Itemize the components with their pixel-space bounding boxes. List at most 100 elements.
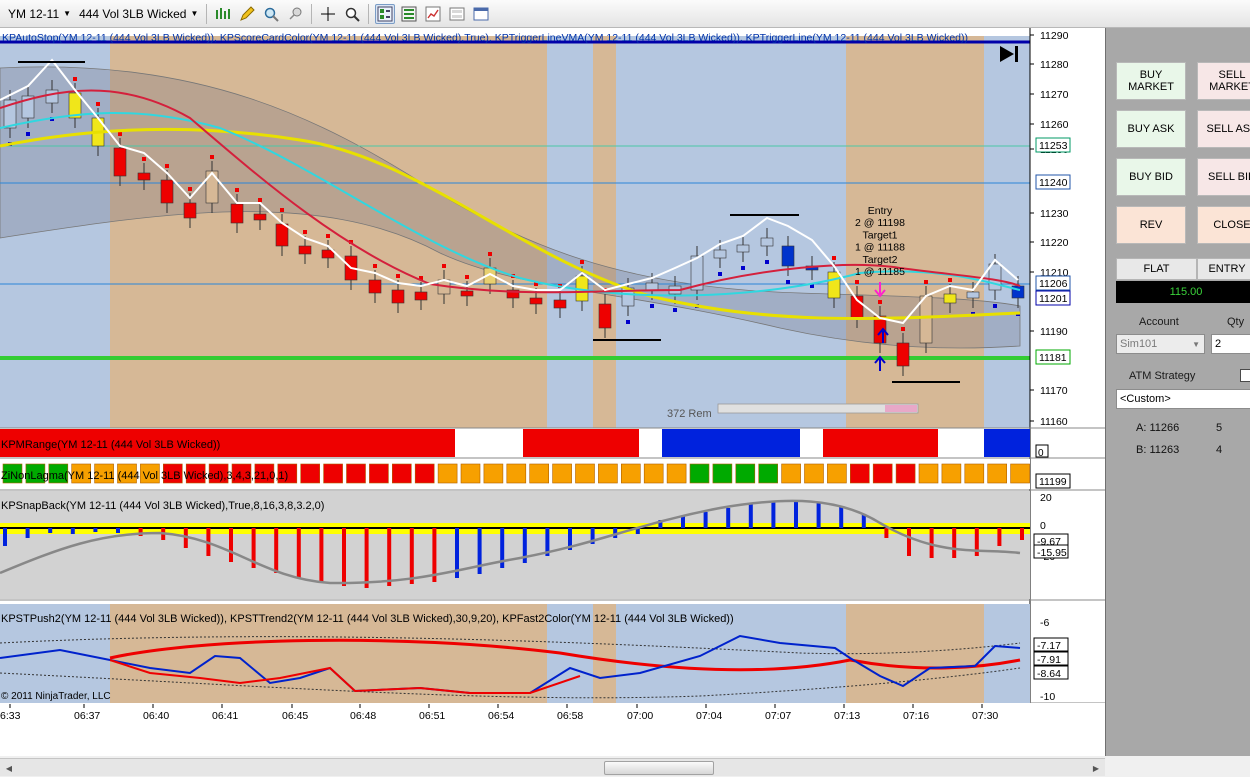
nonlag-block: [666, 463, 687, 484]
nonlag-block: [712, 463, 733, 484]
scroll-right-arrow-icon[interactable]: ▶: [1087, 759, 1105, 777]
candle-body: [919, 295, 933, 344]
candle-body: [460, 290, 474, 297]
entry-header: ENTRY: [1197, 258, 1250, 280]
snapback-bar: [116, 528, 120, 533]
chart-toolbar: YM 12-11 ▼ 444 Vol 3LB Wicked ▼: [0, 0, 1250, 28]
toolbar-divider: [368, 3, 370, 24]
trigger-dot: [280, 208, 284, 212]
quantity-input[interactable]: 2: [1211, 334, 1250, 354]
time-axis-label: 6:33: [0, 710, 21, 722]
magnifier-icon[interactable]: [342, 4, 362, 24]
snapback-bar: [3, 528, 7, 546]
time-axis-label: 06:45: [282, 710, 308, 722]
candle-body: [598, 303, 612, 329]
nonlag-block: [1010, 463, 1030, 484]
ask-price: A: 11266: [1136, 422, 1180, 434]
trigger-dot: [650, 304, 654, 308]
buy-bid-button[interactable]: BUY BID: [1116, 158, 1186, 196]
snapback-bar: [703, 512, 708, 528]
bar-type-icon[interactable]: [213, 4, 233, 24]
qty-label: Qty: [1227, 316, 1245, 328]
buy-market-button[interactable]: BUY MARKET: [1116, 62, 1186, 100]
properties-icon[interactable]: [399, 4, 419, 24]
range-segment: [823, 429, 938, 457]
chart-area[interactable]: Entry 2 @ 11198 Target1 1 @ 11188 Target2 1 @…: [0, 28, 1105, 776]
candle-body: [298, 245, 312, 255]
nonlag-block: [620, 463, 641, 484]
sell-market-button[interactable]: SELL MARKET: [1197, 62, 1250, 100]
push-session-band: [984, 604, 1030, 703]
pin-icon[interactable]: [285, 4, 305, 24]
nonlag-block: [827, 463, 847, 484]
snapback-bar: [342, 528, 346, 586]
trigger-dot: [235, 188, 239, 192]
crosshair-icon[interactable]: [318, 4, 338, 24]
snapback-bar: [952, 528, 957, 558]
instrument-selector[interactable]: YM 12-11 ▼: [4, 3, 75, 25]
account-value: Sim101: [1120, 338, 1158, 350]
atm-checkbox[interactable]: [1240, 369, 1250, 382]
sell-ask-button[interactable]: SELL ASK: [1197, 110, 1250, 148]
candle-body: [713, 249, 727, 259]
scrollbar-thumb[interactable]: [604, 761, 714, 775]
candle-body: [966, 291, 980, 299]
push-axis-label: -10: [1040, 691, 1055, 703]
price-flag-label: 11201: [1039, 293, 1068, 305]
push-session-band: [846, 604, 984, 703]
pencil-icon[interactable]: [237, 4, 257, 24]
price-axis-label: 11190: [1040, 326, 1068, 338]
candle-body: [391, 289, 405, 304]
nonlag-block: [369, 463, 389, 484]
time-axis-label: 07:16: [903, 710, 929, 722]
trigger-dot: [924, 280, 928, 284]
nonlag-block: [300, 463, 321, 484]
quantity-value: 2: [1215, 338, 1222, 350]
range-panel-label: KPMRange(YM 12-11 (444 Vol 3LB Wicked)): [1, 439, 220, 451]
sell-bid-button[interactable]: SELL BID: [1197, 158, 1250, 196]
range-segment: [523, 429, 639, 457]
nonlag-block: [941, 463, 962, 484]
trigger-dot: [96, 102, 100, 106]
candle-body: [943, 293, 957, 304]
candle-body: [45, 89, 59, 104]
price-axis-label: 11270: [1040, 89, 1069, 101]
account-select[interactable]: Sim101 ▼: [1116, 334, 1205, 354]
candle-body: [781, 245, 795, 267]
toolbar-divider: [311, 3, 313, 24]
buy-ask-button[interactable]: BUY ASK: [1116, 110, 1186, 148]
toolbar-divider: [206, 3, 208, 24]
image-icon[interactable]: [447, 4, 467, 24]
trigger-dot: [26, 132, 30, 136]
atm-strategy-select[interactable]: <Custom>: [1116, 389, 1250, 409]
snapback-bar: [387, 528, 392, 586]
nonlag-block: [460, 463, 481, 484]
candle-body: [827, 271, 841, 299]
trigger-dot: [878, 300, 882, 304]
time-axis-label: 06:58: [557, 710, 583, 722]
nonlag-block: [804, 463, 824, 484]
window-icon[interactable]: [471, 4, 491, 24]
snapback-bar: [409, 528, 414, 584]
horizontal-scrollbar[interactable]: ◀ ▶: [0, 758, 1105, 776]
bid-price: B: 11263: [1136, 444, 1180, 456]
chart-style-icon[interactable]: [423, 4, 443, 24]
range-flag-label: 0: [1038, 448, 1044, 459]
trigger-dot: [373, 264, 377, 268]
candle-body: [645, 282, 659, 291]
price-flag-label: 11253: [1039, 140, 1068, 152]
atm-strategy-label: ATM Strategy: [1129, 370, 1196, 382]
time-axis-label: 06:41: [212, 710, 238, 722]
trigger-dot: [626, 320, 630, 324]
price-chart-canvas[interactable]: Entry2 @ 11198Target11 @ 11188Target21 @…: [0, 28, 1105, 756]
zoom-icon[interactable]: [261, 4, 281, 24]
scroll-left-arrow-icon[interactable]: ◀: [0, 759, 18, 777]
period-selector[interactable]: 444 Vol 3LB Wicked ▼: [75, 3, 202, 25]
entry-annotation-line: 1 @ 11185: [855, 266, 905, 278]
candle-body: [275, 223, 289, 247]
price-axis-label: 11260: [1040, 119, 1069, 131]
reverse-button[interactable]: REV: [1116, 206, 1186, 244]
nonlag-block: [735, 463, 756, 484]
close-button[interactable]: CLOSE: [1197, 206, 1250, 244]
data-box-icon[interactable]: [375, 3, 396, 24]
